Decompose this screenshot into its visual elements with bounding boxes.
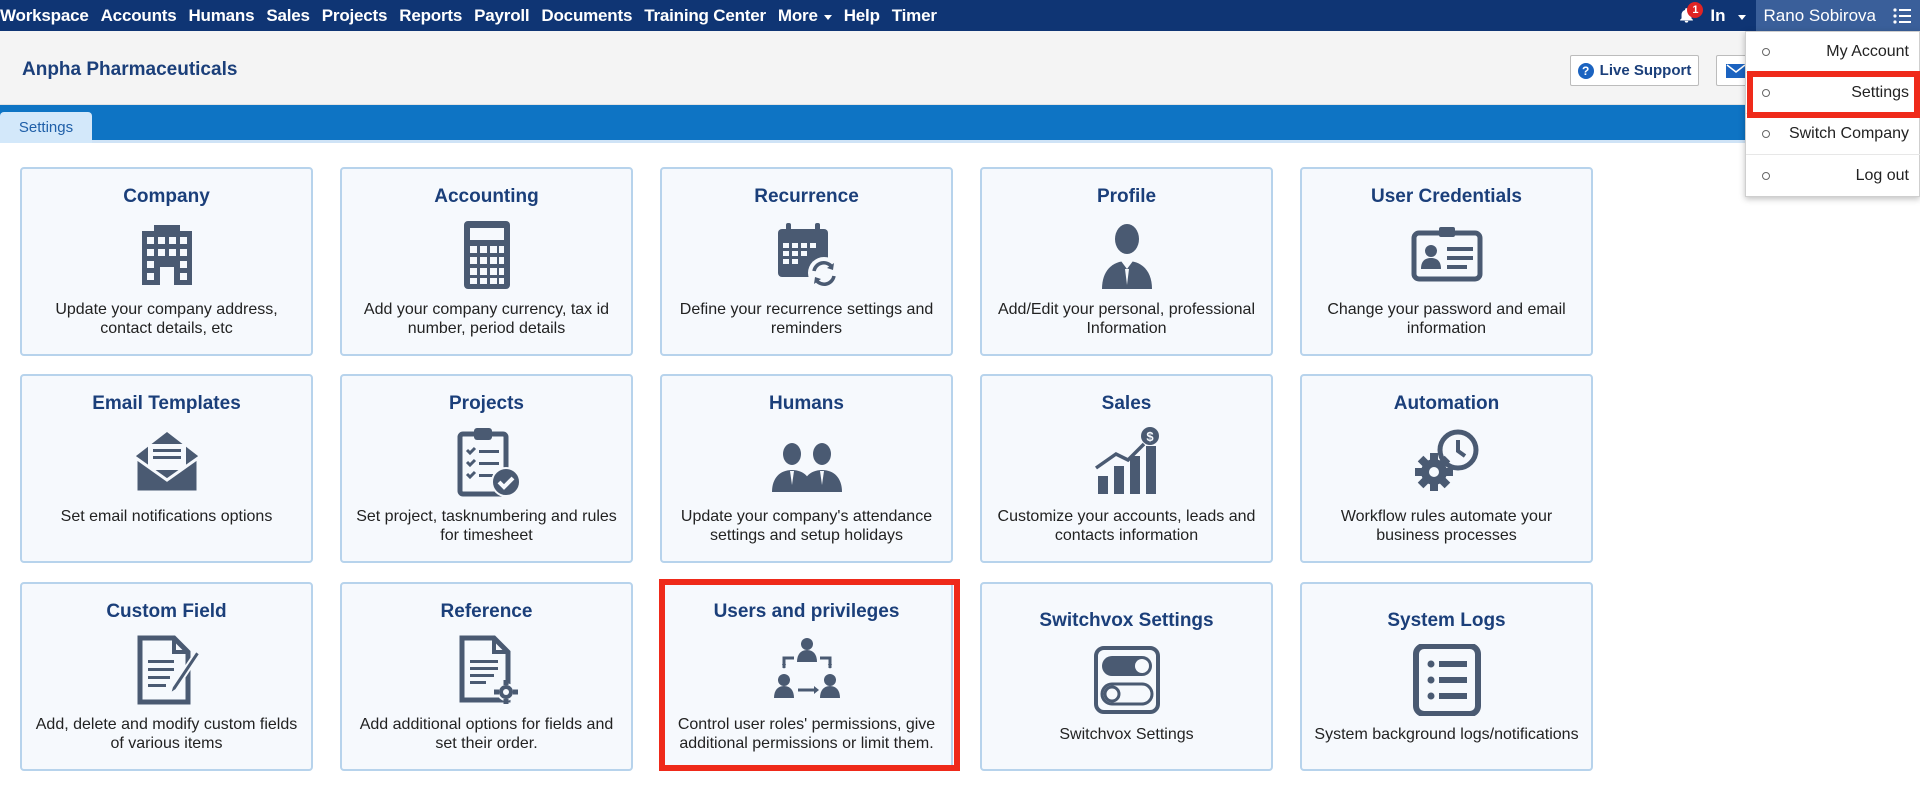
card-description: Add/Edit your personal, professional Inf… bbox=[997, 301, 1256, 337]
nav-projects[interactable]: Projects bbox=[322, 6, 388, 26]
card-title: Switchvox Settings bbox=[1039, 610, 1214, 631]
card-title: Custom Field bbox=[106, 601, 227, 622]
card-description: Define your recurrence settings and remi… bbox=[679, 301, 934, 337]
clipboard-check-icon bbox=[450, 426, 524, 498]
menu-item-log-out[interactable]: Log out bbox=[1746, 155, 1920, 196]
people-icon bbox=[770, 426, 844, 498]
card-title: Projects bbox=[449, 393, 524, 414]
card-accounting[interactable]: Accounting Add your company currency, ta… bbox=[340, 167, 633, 356]
highlight-settings-menu-item bbox=[1747, 71, 1920, 118]
card-description: System background logs/notifications bbox=[1314, 726, 1579, 743]
card-recurrence[interactable]: Recurrence Define your recurrence settin… bbox=[660, 167, 953, 356]
card-automation[interactable]: Automation Workflow rules automate your … bbox=[1300, 374, 1593, 563]
main-nav: Workspace Accounts Humans Sales Projects… bbox=[0, 0, 949, 31]
card-projects[interactable]: Projects Set project, tasknumbering and … bbox=[340, 374, 633, 563]
card-title: Reference bbox=[440, 601, 533, 622]
card-description: Add additional options for fields and se… bbox=[359, 716, 614, 752]
menu-item-switch-company[interactable]: Switch Company bbox=[1746, 114, 1920, 155]
card-title: Recurrence bbox=[754, 186, 859, 207]
envelope-icon bbox=[130, 426, 204, 498]
list-menu-icon bbox=[1893, 7, 1911, 24]
list-menu-button[interactable] bbox=[1884, 0, 1920, 31]
notification-badge: 1 bbox=[1687, 2, 1704, 18]
nav-timer[interactable]: Timer bbox=[892, 6, 937, 26]
card-description: Change your password and email informati… bbox=[1327, 301, 1566, 337]
bullet-icon bbox=[1762, 48, 1770, 56]
card-title: Company bbox=[123, 186, 210, 207]
tab-settings[interactable]: Settings bbox=[0, 112, 92, 143]
person-icon bbox=[1090, 219, 1164, 291]
toggle-switch-icon bbox=[1090, 644, 1164, 716]
svg-text:$: $ bbox=[1146, 429, 1154, 444]
notifications-button[interactable]: 1 bbox=[1674, 0, 1704, 31]
nav-documents[interactable]: Documents bbox=[541, 6, 632, 26]
card-custom-field[interactable]: Custom Field Add, delete and modify cust… bbox=[20, 582, 313, 771]
user-nav: 1 In Rano Sobirova bbox=[1674, 0, 1920, 31]
card-description: Set email notifications options bbox=[60, 508, 273, 525]
bullet-icon bbox=[1762, 171, 1770, 180]
menu-item-my-account[interactable]: My Account bbox=[1746, 32, 1920, 73]
nav-help[interactable]: Help bbox=[844, 6, 880, 26]
nav-training-center[interactable]: Training Center bbox=[644, 6, 766, 26]
question-icon: ? bbox=[1577, 62, 1594, 79]
in-dropdown[interactable]: In bbox=[1710, 6, 1746, 26]
card-sales[interactable]: Sales $ Customize your accounts, leads a… bbox=[980, 374, 1273, 563]
nav-sales[interactable]: Sales bbox=[266, 6, 310, 26]
chevron-down-icon bbox=[823, 14, 832, 20]
card-title: User Credentials bbox=[1370, 186, 1522, 207]
card-title: Automation bbox=[1393, 393, 1500, 414]
bullet-icon bbox=[1762, 130, 1770, 138]
card-reference[interactable]: Reference Add additional options for fie… bbox=[340, 582, 633, 771]
card-description: Update your company's attendance setting… bbox=[680, 508, 933, 544]
card-humans[interactable]: Humans Update your company's attendance … bbox=[660, 374, 953, 563]
card-description: Update your company address, contact det… bbox=[55, 301, 278, 337]
card-title: Sales bbox=[1101, 393, 1152, 414]
top-nav-bar: Workspace Accounts Humans Sales Projects… bbox=[0, 0, 1920, 31]
nav-accounts[interactable]: Accounts bbox=[101, 6, 177, 26]
nav-humans[interactable]: Humans bbox=[188, 6, 254, 26]
chevron-down-icon bbox=[1737, 14, 1746, 20]
gear-clock-icon bbox=[1410, 426, 1484, 498]
card-title: Humans bbox=[769, 393, 844, 414]
card-switchvox-settings[interactable]: Switchvox Settings Switchvox Settings bbox=[980, 582, 1273, 771]
document-gear-icon bbox=[450, 634, 524, 706]
envelope-icon bbox=[1726, 63, 1746, 78]
calendar-refresh-icon bbox=[770, 219, 844, 291]
nav-workspace[interactable]: Workspace bbox=[0, 6, 89, 26]
id-card-icon bbox=[1410, 219, 1484, 291]
card-description: Workflow rules automate your business pr… bbox=[1340, 508, 1553, 544]
highlight-users-and-privileges bbox=[659, 579, 960, 771]
live-support-button[interactable]: ? Live Support bbox=[1570, 55, 1699, 86]
card-title: System Logs bbox=[1387, 610, 1506, 631]
page-header: Anpha Pharmaceuticals ? Live Support bbox=[0, 31, 1920, 105]
tab-strip: Settings bbox=[0, 105, 1920, 143]
card-system-logs[interactable]: System Logs System background logs/notif… bbox=[1300, 582, 1593, 771]
nav-reports[interactable]: Reports bbox=[399, 6, 462, 26]
card-profile[interactable]: Profile Add/Edit your personal, professi… bbox=[980, 167, 1273, 356]
building-icon bbox=[130, 219, 204, 291]
card-description: Add, delete and modify custom fields of … bbox=[35, 716, 298, 752]
card-description: Add your company currency, tax id number… bbox=[363, 301, 610, 337]
nav-payroll[interactable]: Payroll bbox=[474, 6, 529, 26]
nav-more[interactable]: More bbox=[778, 6, 832, 26]
card-email-templates[interactable]: Email Templates Set email notifications … bbox=[20, 374, 313, 563]
card-title: Email Templates bbox=[92, 393, 241, 414]
list-log-icon bbox=[1410, 644, 1484, 716]
card-title: Accounting bbox=[434, 186, 539, 207]
card-company[interactable]: Company Update your company address, con… bbox=[20, 167, 313, 356]
user-menu-button[interactable]: Rano Sobirova bbox=[1755, 0, 1884, 31]
card-description: Customize your accounts, leads and conta… bbox=[997, 508, 1256, 544]
sales-chart-icon: $ bbox=[1090, 426, 1164, 498]
document-pen-icon bbox=[130, 634, 204, 706]
card-title: Profile bbox=[1096, 186, 1157, 207]
calculator-icon bbox=[450, 219, 524, 291]
company-title: Anpha Pharmaceuticals bbox=[22, 59, 238, 80]
card-description: Set project, tasknumbering and rules for… bbox=[356, 508, 617, 544]
card-description: Switchvox Settings bbox=[1059, 726, 1194, 743]
card-user-credentials[interactable]: User Credentials Change your password an… bbox=[1300, 167, 1593, 356]
